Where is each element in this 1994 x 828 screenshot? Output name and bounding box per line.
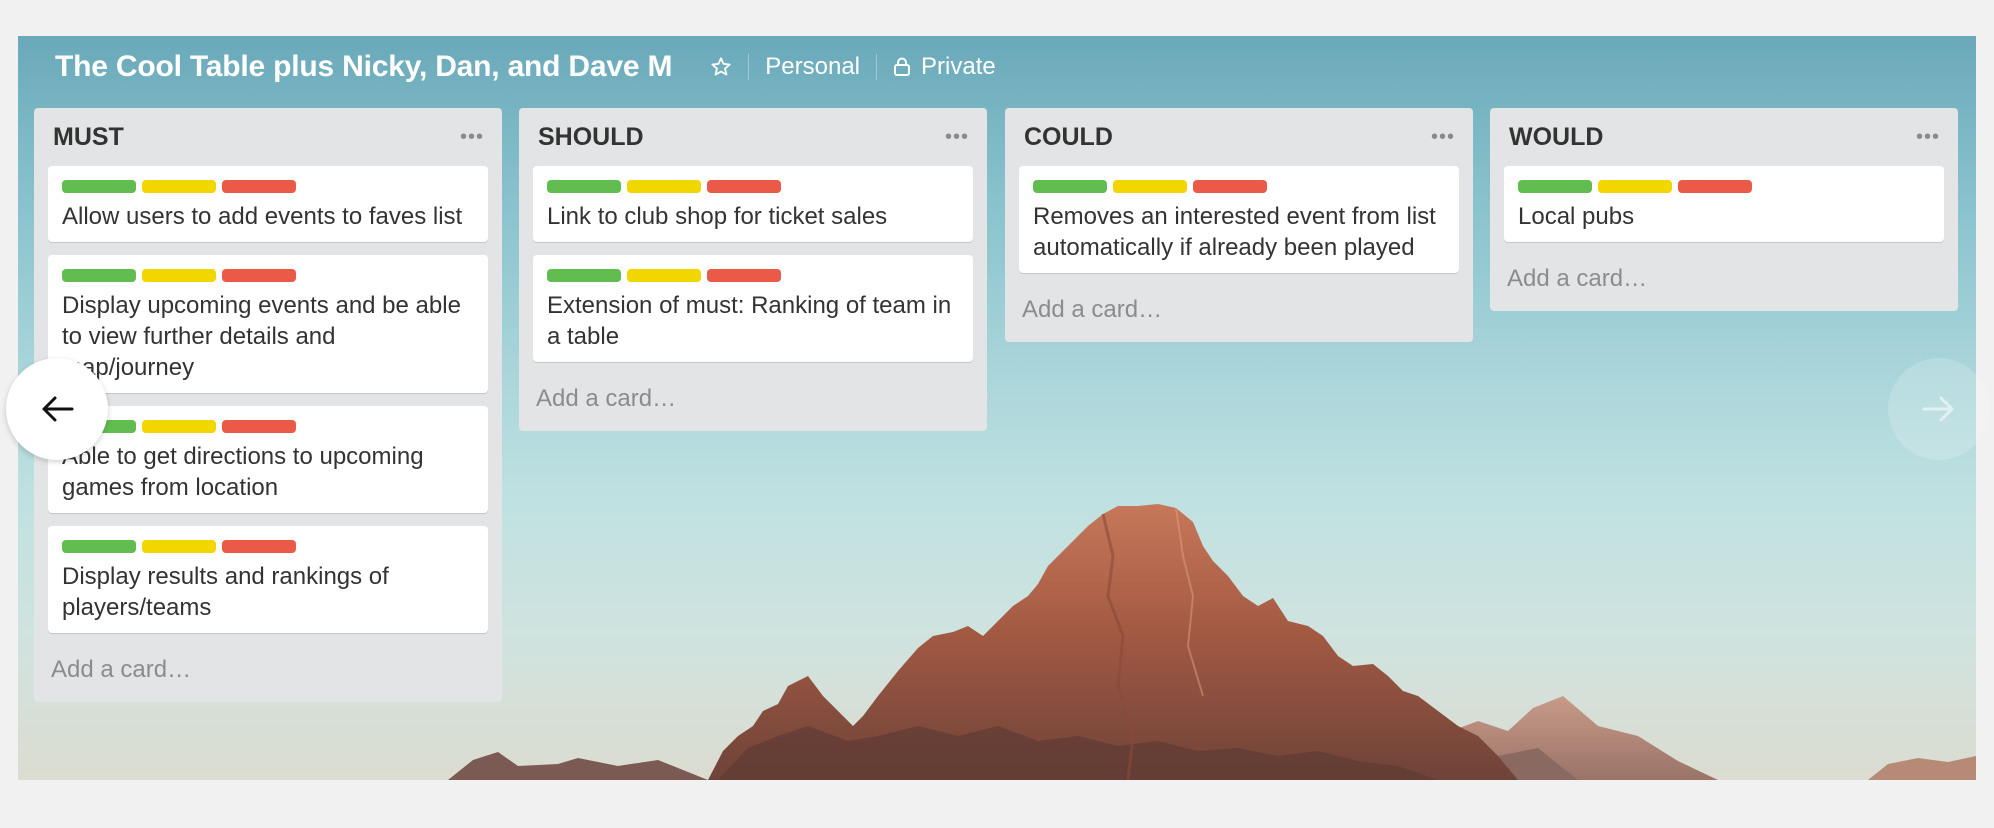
card-labels [1033,180,1445,193]
list-header: COULD ••• [1019,108,1459,166]
card[interactable]: Extension of must: Ranking of team in a … [533,255,973,362]
card-labels [1518,180,1930,193]
yellow-label [142,540,216,553]
yellow-label [142,180,216,193]
red-label [1193,180,1267,193]
ellipsis-icon[interactable]: ••• [945,126,969,149]
list-would: WOULD ••• Local pubs Add a card… [1490,108,1958,311]
card-labels [547,269,959,282]
previous-button[interactable] [6,358,108,460]
header-divider [748,54,750,80]
list-title: MUST [53,122,124,151]
star-icon [711,57,731,76]
card-labels [547,180,959,193]
ellipsis-icon[interactable]: ••• [1916,126,1940,149]
board-header: The Cool Table plus Nicky, Dan, and Dave… [18,36,1976,98]
card-labels [62,420,474,433]
list-header: WOULD ••• [1504,108,1944,166]
star-board-button[interactable] [702,52,740,82]
yellow-label [142,420,216,433]
lock-icon [894,57,911,76]
red-label [222,180,296,193]
yellow-label [627,269,701,282]
list-title: SHOULD [538,122,644,151]
add-card-button[interactable]: Add a card… [1019,286,1459,330]
red-label [222,540,296,553]
board-canvas: The Cool Table plus Nicky, Dan, and Dave… [18,36,1976,780]
green-label [1518,180,1592,193]
header-divider [876,54,878,80]
green-label [1033,180,1107,193]
list-title: COULD [1024,122,1113,151]
team-button[interactable]: Personal [757,49,868,85]
card-title: Extension of must: Ranking of team in a … [547,292,952,350]
red-label [707,180,781,193]
card[interactable]: Allow users to add events to faves list [48,166,488,242]
red-label [222,269,296,282]
green-label [62,269,136,282]
ellipsis-icon[interactable]: ••• [460,126,484,149]
card-title: Allow users to add events to faves list [62,203,463,230]
red-label [1678,180,1752,193]
arrow-right-icon [1922,396,1954,422]
board-title[interactable]: The Cool Table plus Nicky, Dan, and Dave… [47,46,680,88]
card-title: Link to club shop for ticket sales [547,203,888,230]
list-could: COULD ••• Removes an interested event fr… [1005,108,1473,342]
ellipsis-icon[interactable]: ••• [1431,126,1455,149]
yellow-label [1113,180,1187,193]
list-title: WOULD [1509,122,1604,151]
green-label [62,540,136,553]
card-title: Removes an interested event from list au… [1033,203,1436,261]
arrow-left-icon [42,396,74,422]
red-label [222,420,296,433]
card[interactable]: Display results and rankings of players/… [48,526,488,633]
add-card-button[interactable]: Add a card… [48,646,488,690]
yellow-label [627,180,701,193]
card-title: Able to get directions to upcoming games… [62,443,424,501]
card-labels [62,180,474,193]
add-card-button[interactable]: Add a card… [533,375,973,419]
green-label [547,269,621,282]
add-card-button[interactable]: Add a card… [1504,255,1944,299]
yellow-label [1598,180,1672,193]
yellow-label [142,269,216,282]
card[interactable]: Able to get directions to upcoming games… [48,406,488,513]
card-title: Local pubs [1518,203,1635,230]
next-button[interactable] [1888,358,1990,460]
visibility-label: Private [921,53,996,80]
card[interactable]: Local pubs [1504,166,1944,242]
card[interactable]: Removes an interested event from list au… [1019,166,1459,273]
green-label [547,180,621,193]
card[interactable]: Display upcoming events and be able to v… [48,255,488,393]
red-label [707,269,781,282]
list-header: SHOULD ••• [533,108,973,166]
team-label: Personal [765,53,861,80]
card-labels [62,269,474,282]
list-header: MUST ••• [48,108,488,166]
list-should: SHOULD ••• Link to club shop for ticket … [519,108,987,431]
visibility-button[interactable]: Private [885,49,1004,85]
card-labels [62,540,474,553]
green-label [62,180,136,193]
card[interactable]: Link to club shop for ticket sales [533,166,973,242]
card-title: Display results and rankings of players/… [62,563,389,621]
card-title: Display upcoming events and be able to v… [62,292,461,381]
